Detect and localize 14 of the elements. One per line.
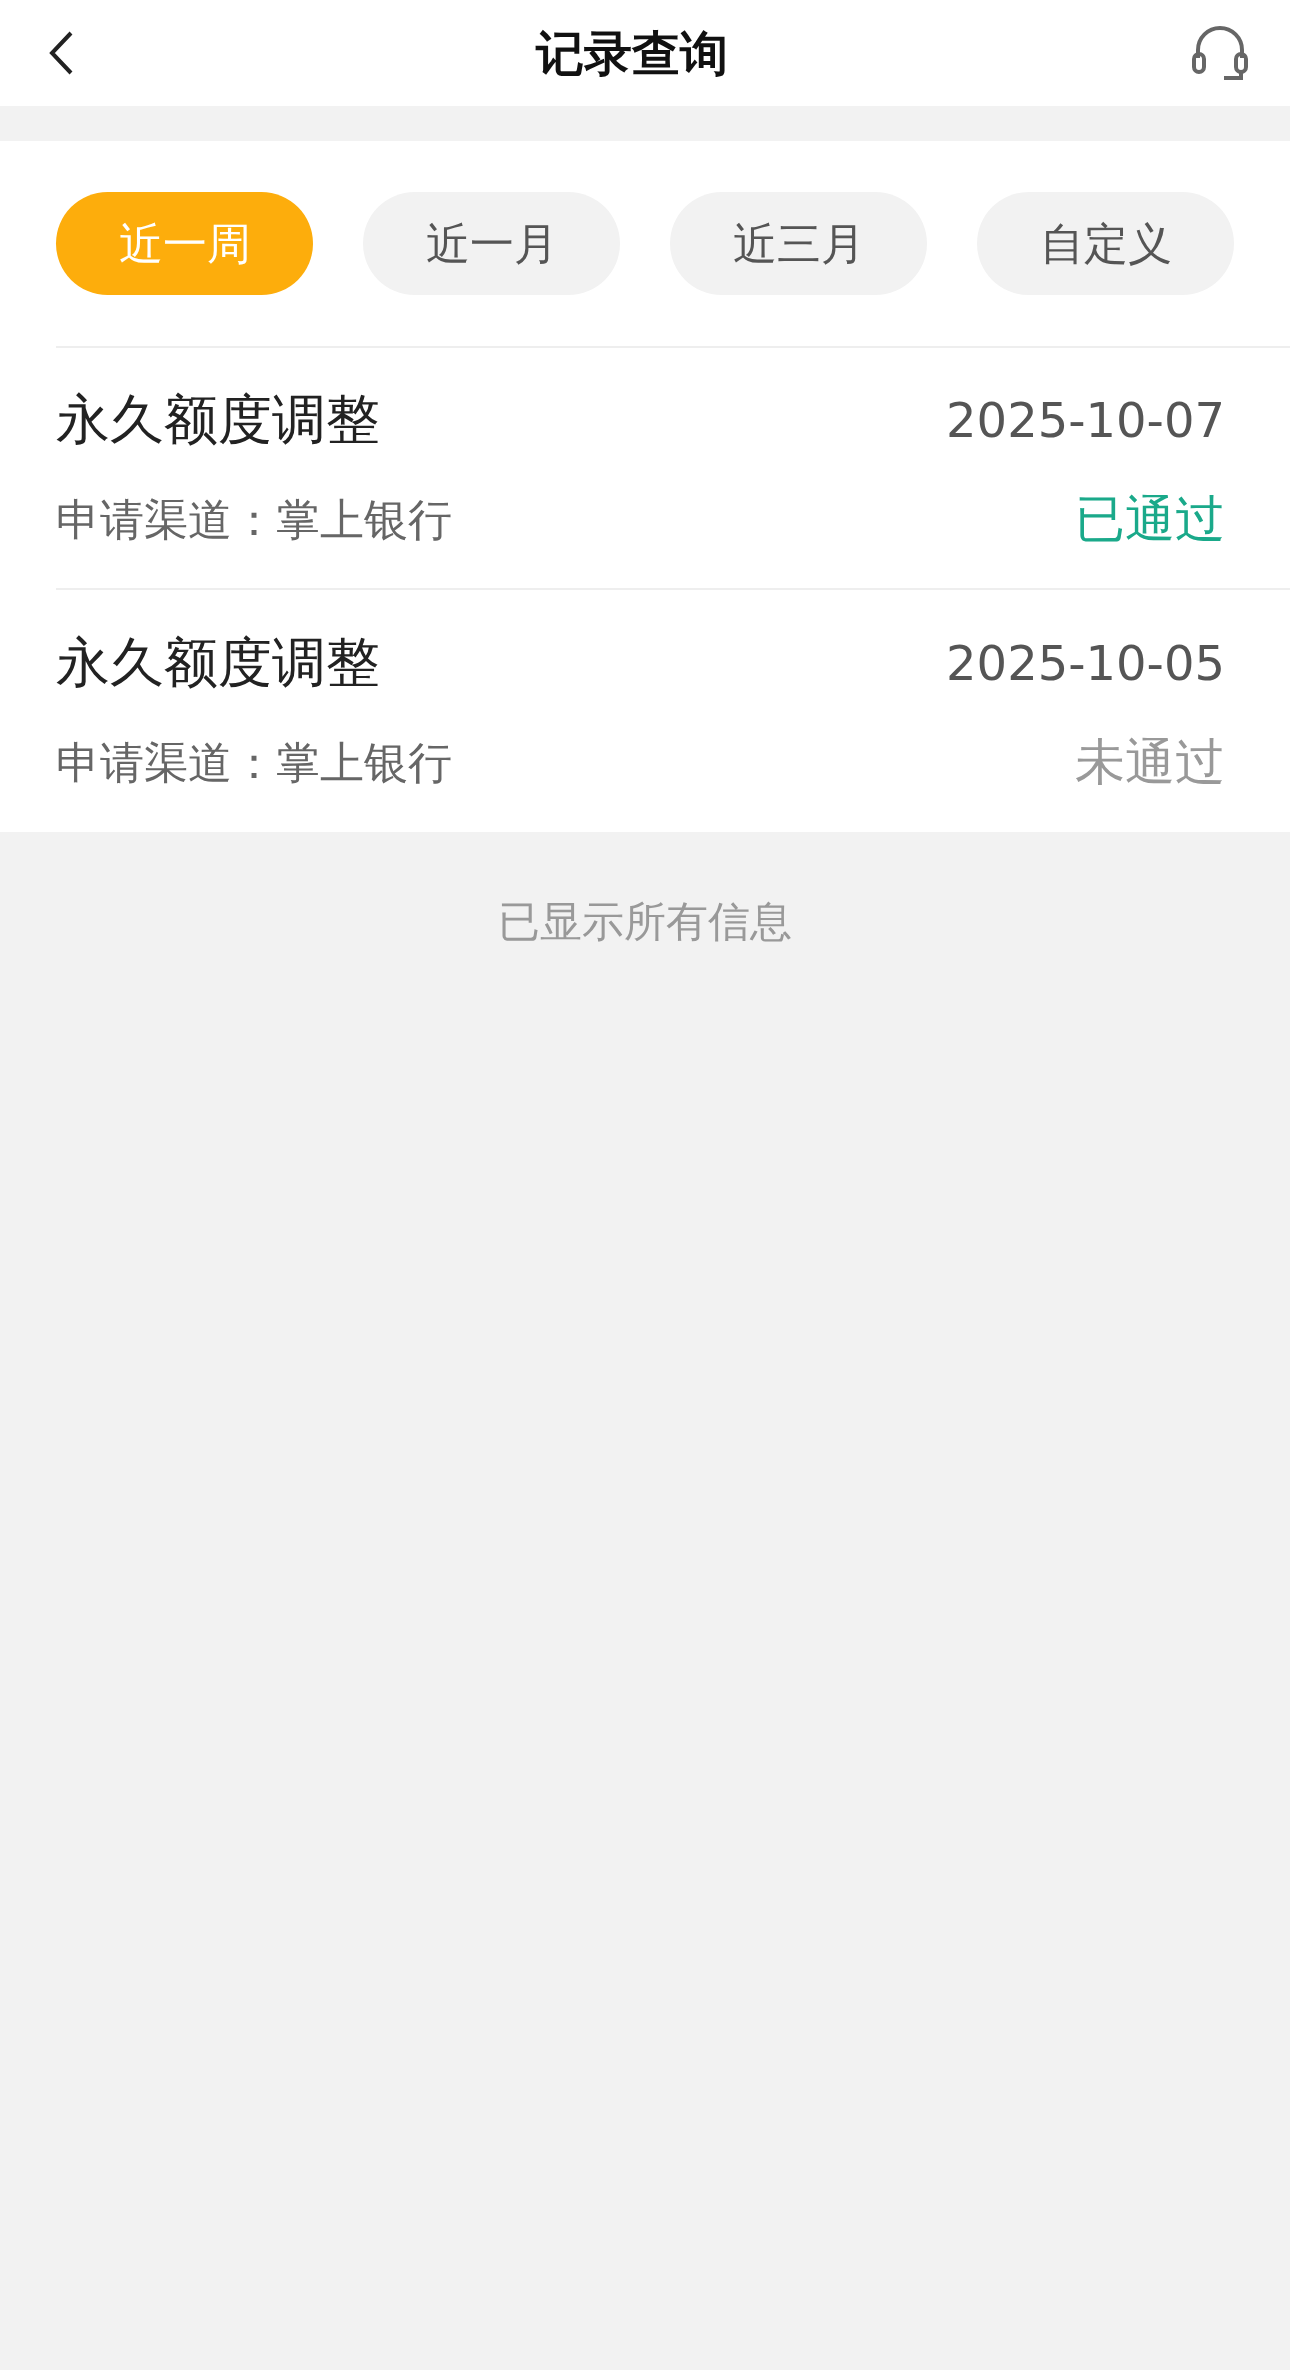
channel-text: 申请渠道：掌上银行: [56, 735, 452, 790]
filter-tab[interactable]: 近一月: [363, 192, 620, 295]
status-label: 已通过: [1075, 489, 1225, 550]
filter-tab[interactable]: 自定义: [977, 192, 1234, 295]
back-icon[interactable]: [48, 30, 74, 76]
end-of-list-note: 已显示所有信息: [498, 897, 792, 946]
record-date: 2025-10-07: [946, 390, 1225, 450]
filter-tab[interactable]: 近三月: [670, 192, 927, 295]
record-title: 永久额度调整: [56, 387, 380, 453]
record-date: 2025-10-05: [946, 633, 1225, 693]
record-title: 永久额度调整: [56, 630, 380, 696]
channel-text: 申请渠道：掌上银行: [56, 492, 452, 547]
page-title: 记录查询: [536, 24, 728, 83]
status-label: 未通过: [1075, 732, 1225, 793]
